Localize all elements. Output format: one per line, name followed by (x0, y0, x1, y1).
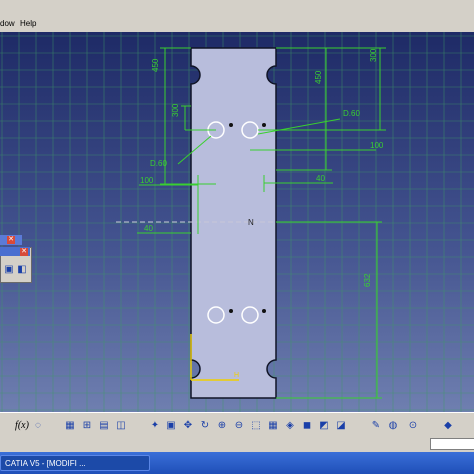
measure-icon[interactable]: ✎ (368, 418, 384, 434)
part-outline (190, 47, 277, 399)
dim-300-left: 300 (171, 103, 180, 117)
command-input[interactable] (430, 438, 474, 450)
taskbar-item-catia[interactable]: CATIA V5 - [MODIFI ... (0, 455, 150, 471)
swap-visible-icon[interactable]: ◪ (333, 418, 349, 434)
dim-40-left: 40 (144, 224, 153, 233)
sketch-canvas[interactable]: N H 450 300 450 300 D.60 D.60 100 100 40… (0, 32, 474, 412)
hide-show-icon[interactable]: ◩ (316, 418, 332, 434)
comment-icon[interactable]: ◌ (30, 418, 46, 434)
dim-40-right: 40 (316, 174, 325, 183)
dim-450-left: 450 (151, 58, 160, 72)
analysis-icon[interactable]: ⊙ (405, 418, 421, 434)
dim-d60-left: D.60 (150, 159, 167, 168)
dim-300-top: 300 (369, 48, 378, 62)
fit-all-icon[interactable]: ▣ (163, 418, 179, 434)
dim-100-left: 100 (140, 176, 154, 185)
view-icon[interactable]: ◫ (113, 418, 129, 434)
tree-icon[interactable]: ⊞ (79, 418, 95, 434)
sketch-tool-icon[interactable]: ◧ (14, 262, 30, 278)
sketch-drawing: N H 450 300 450 300 D.60 D.60 100 100 40… (0, 32, 474, 412)
dim-100-right: 100 (370, 141, 384, 150)
menu-window[interactable]: dow (0, 19, 15, 28)
dim-450-right: 450 (314, 70, 323, 84)
dim-d60-right: D.60 (343, 109, 360, 118)
menu-bar: dow Help (0, 0, 474, 33)
zoom-out-icon[interactable]: ⊖ (231, 418, 247, 434)
bottom-toolbar: f(x) ◌ ▦ ⊞ ▤ ◫ ✦ ▣ ✥ ↻ ⊕ ⊖ ⬚ ▦ ◈ ◼ ◩ ◪ ✎… (0, 412, 474, 453)
table-icon[interactable]: ▦ (62, 418, 78, 434)
normal-view-icon[interactable]: ⬚ (248, 418, 264, 434)
multi-view-icon[interactable]: ▦ (265, 418, 281, 434)
fly-icon[interactable]: ✦ (147, 418, 163, 434)
material-icon[interactable]: ◍ (385, 418, 401, 434)
rotate-icon[interactable]: ↻ (197, 418, 213, 434)
menu-help[interactable]: Help (20, 19, 36, 28)
taskbar: CATIA V5 - [MODIFI ... (0, 452, 474, 474)
formula-icon[interactable]: f(x) (14, 418, 30, 434)
catalog-icon[interactable]: ▤ (96, 418, 112, 434)
iso-view-icon[interactable]: ◈ (282, 418, 298, 434)
zoom-in-icon[interactable]: ⊕ (214, 418, 230, 434)
pan-icon[interactable]: ✥ (180, 418, 196, 434)
origin-marker: N (248, 218, 254, 227)
snap-icon[interactable]: ◆ (440, 418, 456, 434)
shading-icon[interactable]: ◼ (299, 418, 315, 434)
close-icon[interactable]: ✕ (7, 236, 15, 244)
dim-632: 632 (363, 273, 372, 287)
axis-h-label: H (234, 372, 239, 379)
close-icon[interactable]: ✕ (20, 248, 28, 256)
